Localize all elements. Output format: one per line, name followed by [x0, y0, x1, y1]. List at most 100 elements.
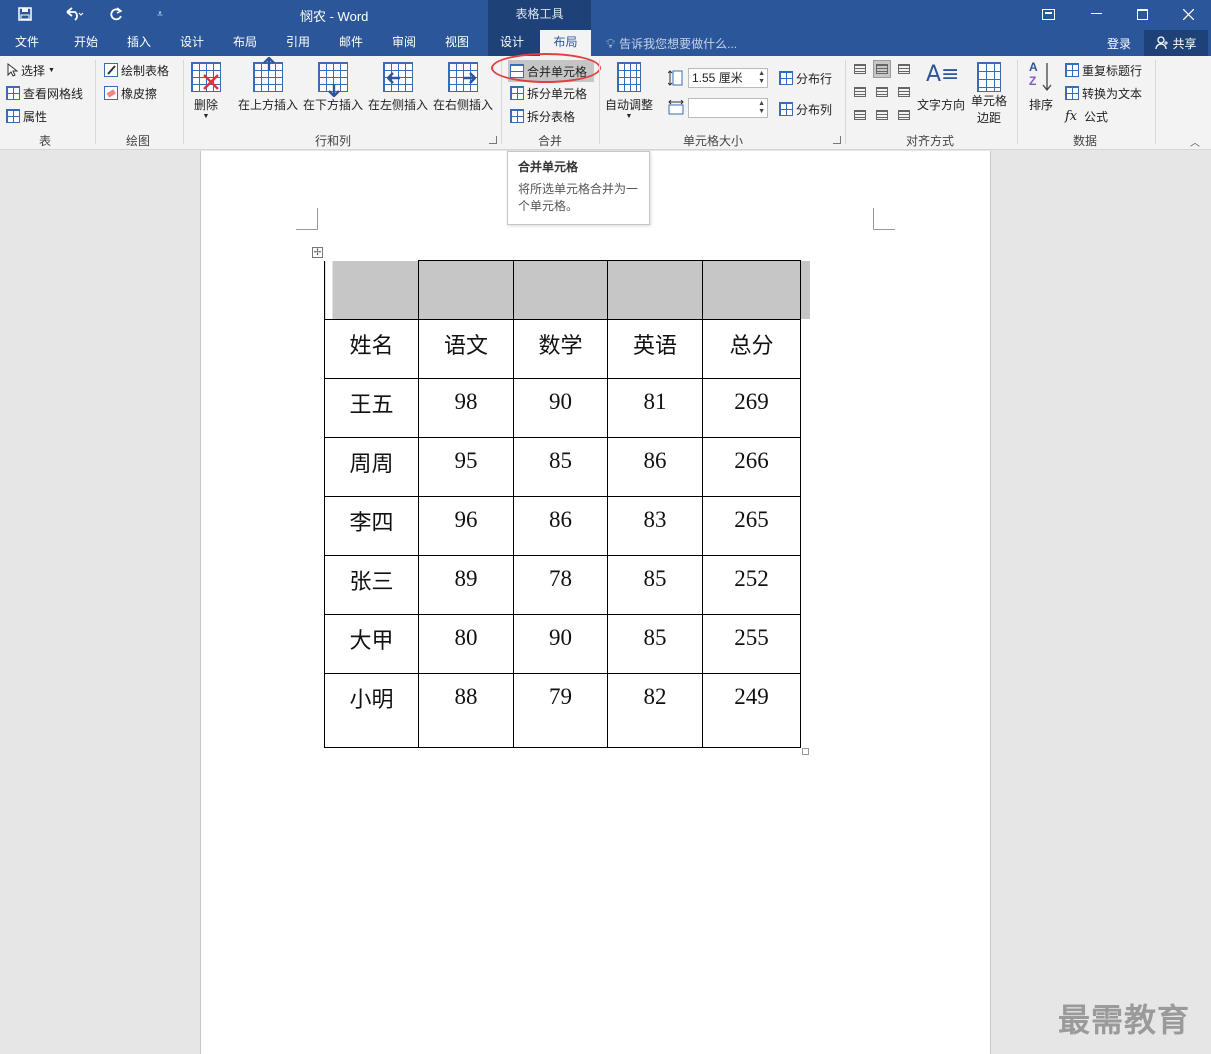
customize-qat-icon[interactable]: ⩡	[150, 0, 170, 28]
undo-icon[interactable]	[56, 0, 92, 28]
cell-margins-button[interactable]: 单元格 边距	[971, 62, 1007, 126]
table-cell[interactable]: 266	[702, 437, 801, 497]
split-table-button[interactable]: 拆分表格	[510, 106, 575, 126]
collapse-ribbon-icon[interactable]: ︿	[1190, 134, 1200, 149]
distribute-cols-button[interactable]: 分布列	[779, 99, 832, 119]
table-cell[interactable]: 83	[607, 496, 703, 556]
align-middle-center-icon[interactable]	[873, 83, 891, 101]
table-cell[interactable]: 90	[513, 614, 608, 674]
table-cell[interactable]: 85	[607, 555, 703, 615]
repeat-header-button[interactable]: 重复标题行	[1065, 60, 1142, 80]
tab-view[interactable]: 视图	[431, 30, 483, 56]
align-middle-right-icon[interactable]	[895, 83, 913, 101]
table-cell[interactable]: 89	[418, 555, 514, 615]
autofit-button[interactable]: 自动调整 ▼	[605, 62, 653, 120]
table-cell[interactable]: 78	[513, 555, 608, 615]
distribute-rows-button[interactable]: 分布行	[779, 68, 832, 88]
align-bottom-left-icon[interactable]	[851, 106, 869, 124]
convert-to-text-button[interactable]: 转换为文本	[1065, 83, 1142, 103]
sign-in-link[interactable]: 登录	[1107, 35, 1131, 52]
selected-cell[interactable]	[702, 260, 801, 320]
table-cell[interactable]: 98	[418, 378, 514, 438]
merged-selected-row[interactable]	[324, 260, 801, 320]
sort-button[interactable]: A Z 排序	[1026, 60, 1056, 113]
spinner-arrows-icon[interactable]: ▲ ▼	[758, 70, 765, 86]
align-top-left-icon[interactable]	[851, 60, 869, 78]
table-cell[interactable]: 80	[418, 614, 514, 674]
insert-above-button[interactable]: 在上方插入	[238, 57, 298, 113]
table-cell[interactable]: 张三	[324, 555, 419, 615]
save-icon[interactable]	[12, 0, 38, 28]
table-header-cell[interactable]: 语文	[418, 319, 514, 379]
table-cell[interactable]: 265	[702, 496, 801, 556]
split-cells-button[interactable]: 拆分单元格	[510, 83, 587, 103]
tell-me-box[interactable]: 💡︎ 告诉我您想要做什么...	[606, 35, 737, 52]
delete-button[interactable]: 删除 ▼	[191, 62, 221, 120]
table-cell[interactable]: 96	[418, 496, 514, 556]
tab-mailings[interactable]: 邮件	[325, 30, 377, 56]
tab-file[interactable]: 文件	[0, 30, 54, 56]
score-table[interactable]: 姓名 语文 数学 英语 总分 王五 98 90 81 269 周周 95 85 …	[324, 260, 801, 748]
align-top-right-icon[interactable]	[895, 60, 913, 78]
eraser-button[interactable]: 橡皮擦	[104, 83, 157, 103]
ribbon-display-options-icon[interactable]	[1025, 0, 1071, 28]
table-cell[interactable]: 85	[513, 437, 608, 497]
table-cell[interactable]: 周周	[324, 437, 419, 497]
selected-cell[interactable]	[513, 260, 608, 320]
table-cell[interactable]: 252	[702, 555, 801, 615]
table-cell[interactable]: 269	[702, 378, 801, 438]
close-icon[interactable]	[1165, 0, 1211, 28]
table-header-cell[interactable]: 英语	[607, 319, 703, 379]
draw-table-button[interactable]: 绘制表格	[104, 60, 169, 80]
row-height-input[interactable]: 1.55 厘米 ▲ ▼	[688, 68, 768, 88]
table-cell[interactable]: 王五	[324, 378, 419, 438]
redo-icon[interactable]	[104, 0, 128, 28]
table-move-handle-icon[interactable]: ✢	[312, 247, 323, 258]
table-cell[interactable]: 88	[418, 673, 514, 748]
table-cell[interactable]: 249	[702, 673, 801, 748]
table-header-cell[interactable]: 姓名	[324, 319, 419, 379]
tab-review[interactable]: 审阅	[378, 30, 430, 56]
table-cell[interactable]: 95	[418, 437, 514, 497]
selected-cell[interactable]	[324, 260, 419, 320]
maximize-icon[interactable]	[1119, 0, 1165, 28]
table-cell[interactable]: 小明	[324, 673, 419, 748]
table-cell[interactable]: 255	[702, 614, 801, 674]
text-direction-button[interactable]: A≡ 文字方向	[917, 62, 965, 113]
properties-button[interactable]: 属性	[6, 106, 47, 126]
rows-cols-launcher-icon[interactable]	[489, 136, 497, 144]
tab-design[interactable]: 设计	[166, 30, 218, 56]
formula-button[interactable]: fx 公式	[1065, 106, 1108, 126]
spinner-arrows-icon[interactable]: ▲ ▼	[758, 100, 765, 116]
table-cell[interactable]: 85	[607, 614, 703, 674]
tab-table-design[interactable]: 设计	[490, 30, 534, 56]
table-cell[interactable]: 82	[607, 673, 703, 748]
table-cell[interactable]: 81	[607, 378, 703, 438]
table-resize-handle[interactable]	[802, 748, 809, 755]
table-cell[interactable]: 90	[513, 378, 608, 438]
tab-home[interactable]: 开始	[60, 30, 112, 56]
minimize-icon[interactable]	[1073, 0, 1119, 28]
table-cell[interactable]: 79	[513, 673, 608, 748]
selected-cell[interactable]	[607, 260, 703, 320]
align-top-center-icon[interactable]	[873, 60, 891, 78]
table-cell[interactable]: 86	[513, 496, 608, 556]
table-header-cell[interactable]: 数学	[513, 319, 608, 379]
align-middle-left-icon[interactable]	[851, 83, 869, 101]
align-bottom-center-icon[interactable]	[873, 106, 891, 124]
tab-layout[interactable]: 布局	[219, 30, 271, 56]
selected-cell[interactable]	[418, 260, 514, 320]
insert-below-button[interactable]: 在下方插入	[303, 62, 363, 113]
table-cell[interactable]: 大甲	[324, 614, 419, 674]
column-width-input[interactable]: ▲ ▼	[688, 98, 768, 118]
table-cell[interactable]: 李四	[324, 496, 419, 556]
view-gridlines-button[interactable]: 查看网格线	[6, 83, 83, 103]
share-button[interactable]: 共享	[1144, 30, 1208, 56]
cell-size-launcher-icon[interactable]	[833, 136, 841, 144]
table-cell[interactable]: 86	[607, 437, 703, 497]
tab-insert[interactable]: 插入	[113, 30, 165, 56]
insert-right-button[interactable]: 在右侧插入	[433, 62, 493, 113]
align-bottom-right-icon[interactable]	[895, 106, 913, 124]
table-header-cell[interactable]: 总分	[702, 319, 801, 379]
insert-left-button[interactable]: 在左侧插入	[368, 62, 428, 113]
